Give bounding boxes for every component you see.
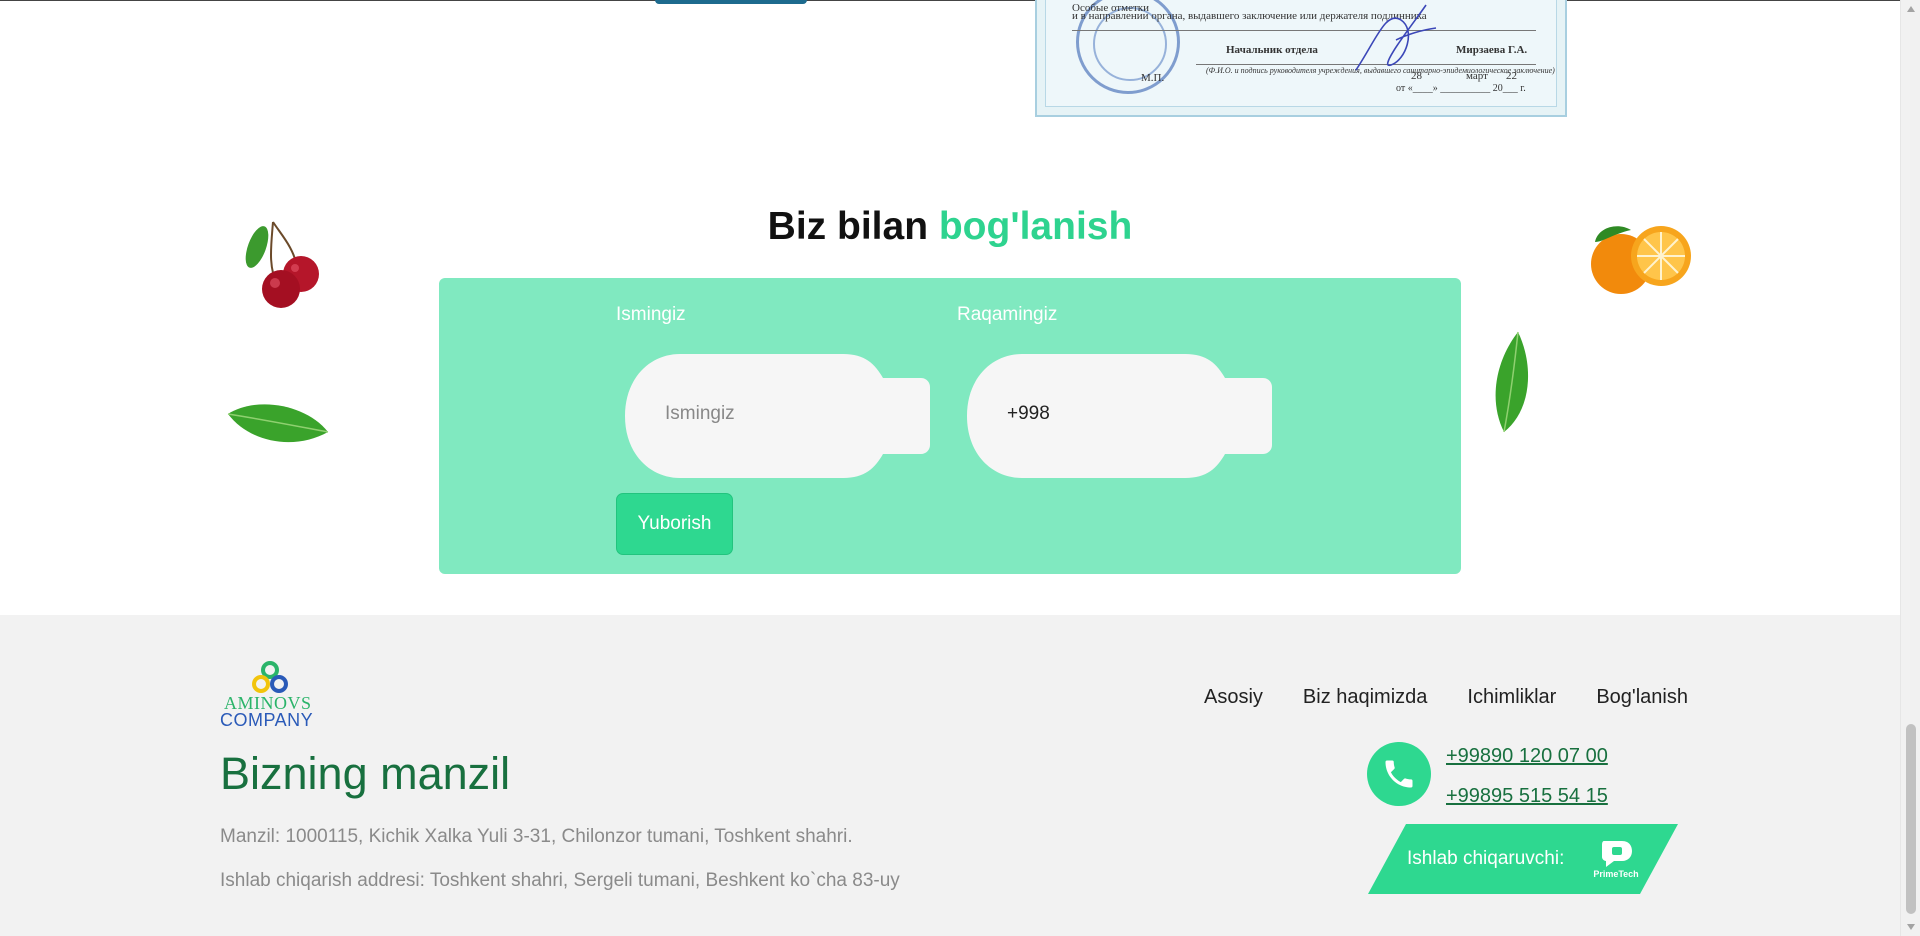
top-border xyxy=(0,0,1900,1)
nav-link-asosiy[interactable]: Asosiy xyxy=(1204,686,1263,709)
primetech-logo: PrimeTech xyxy=(1592,839,1640,881)
cert-year: 22 xyxy=(1506,70,1517,82)
primetech-logo-icon xyxy=(1602,841,1632,867)
image-edge-fragment xyxy=(655,0,807,4)
name-label: Ismingiz xyxy=(616,304,686,325)
nav-link-ichimliklar[interactable]: Ichimliklar xyxy=(1467,686,1556,709)
nav-link-boglanish[interactable]: Bog'lanish xyxy=(1596,686,1688,709)
primetech-name: PrimeTech xyxy=(1593,869,1639,879)
certificate-inner: Особые отметки и в направлении органа, в… xyxy=(1045,0,1557,107)
cert-name: Мирзаева Г.А. xyxy=(1456,44,1528,56)
production-address-text: Ishlab chiqarish addresi: Toshkent shahr… xyxy=(220,870,900,891)
address-title: Bizning manzil xyxy=(220,748,511,799)
scroll-down-arrow-icon[interactable] xyxy=(1907,924,1915,930)
phone-label: Raqamingiz xyxy=(957,304,1058,325)
phone-input[interactable] xyxy=(1007,396,1227,432)
maker-badge[interactable]: Ishlab chiqaruvchi: PrimeTech xyxy=(1368,824,1678,894)
phone-icon xyxy=(1385,760,1413,788)
contact-title-main: Biz bilan xyxy=(767,205,929,248)
name-input[interactable] xyxy=(665,396,885,432)
cert-mp: М.П. xyxy=(1141,72,1165,84)
leaf-image-right xyxy=(1495,331,1529,433)
nav-link-biz-haqimizda[interactable]: Biz haqimizda xyxy=(1303,686,1428,709)
phone-link-1[interactable]: +99890 120 07 00 xyxy=(1446,745,1608,768)
footer-nav: Asosiy Biz haqimizda Ichimliklar Bog'lan… xyxy=(1204,686,1688,709)
contact-title: Biz bilan bog'lanish xyxy=(0,205,1900,249)
cert-month: март xyxy=(1466,70,1488,82)
maker-label: Ishlab chiqaruvchi: xyxy=(1407,848,1565,869)
aminovs-logo-icon xyxy=(252,661,288,693)
scroll-up-arrow-icon[interactable] xyxy=(1907,6,1915,12)
phone-link-2[interactable]: +99895 515 54 15 xyxy=(1446,785,1608,808)
page-scrollbar[interactable] xyxy=(1900,0,1920,936)
logo-text-line2: COMPANY xyxy=(220,710,314,730)
scroll-thumb[interactable] xyxy=(1906,724,1916,914)
leaf-image xyxy=(227,404,329,443)
signature-image xyxy=(1355,4,1437,71)
cert-rule-1 xyxy=(1072,30,1536,31)
certificate-image: Особые отметки и в направлении органа, в… xyxy=(1035,0,1567,117)
name-field xyxy=(625,354,930,478)
submit-button[interactable]: Yuborish xyxy=(616,493,733,555)
page: Особые отметки и в направлении органа, в… xyxy=(0,0,1920,936)
cert-date-line: от «____» __________ 20___ г. xyxy=(1396,83,1526,94)
contact-title-accent: bog'lanish xyxy=(938,205,1133,248)
contact-form xyxy=(439,278,1461,574)
phone-icon-circle xyxy=(1367,742,1431,806)
company-logo[interactable]: AMINOVS COMPANY xyxy=(220,660,322,730)
address-text: Manzil: 1000115, Kichik Xalka Yuli 3-31,… xyxy=(220,826,853,847)
cert-position: Начальник отдела xyxy=(1226,44,1318,56)
phone-field xyxy=(967,354,1272,478)
